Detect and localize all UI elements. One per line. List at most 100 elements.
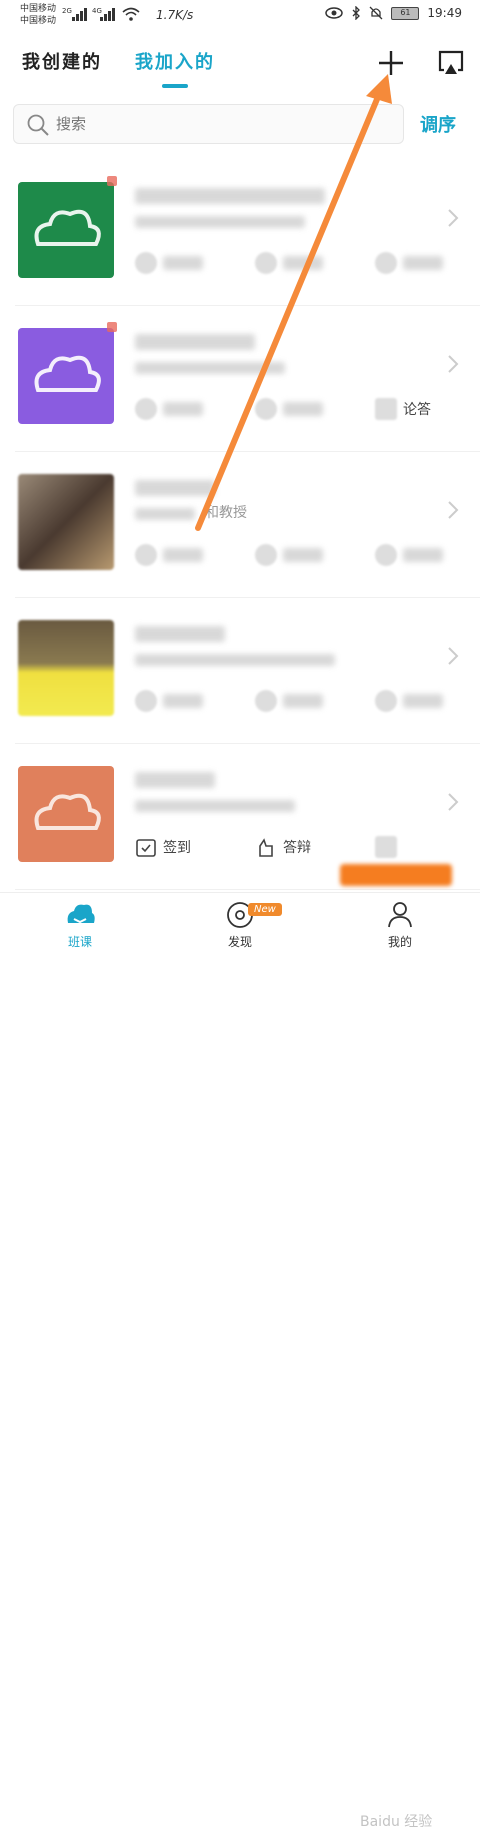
action-1[interactable] xyxy=(135,690,203,712)
course-title-blurred xyxy=(135,188,325,204)
course-list: 论答 和教授 签到 答辩 xyxy=(0,160,480,890)
course-item[interactable] xyxy=(15,598,480,744)
tab-created[interactable]: 我创建的 xyxy=(22,48,102,74)
qa-icon xyxy=(375,398,397,420)
hand-raise-icon xyxy=(259,838,273,857)
sort-button[interactable]: 调序 xyxy=(420,111,456,137)
calendar-check-icon xyxy=(136,839,156,857)
action-3[interactable] xyxy=(375,690,443,712)
course-title-blurred xyxy=(135,334,255,350)
action-row xyxy=(135,544,475,568)
clock: 19:49 xyxy=(427,6,462,20)
action-answer[interactable]: 答辩 xyxy=(255,836,311,858)
cloud-icon xyxy=(34,209,101,246)
cloud-icon xyxy=(34,355,101,392)
action-icon xyxy=(255,690,277,712)
action-2[interactable] xyxy=(255,252,323,274)
cloud-icon xyxy=(34,793,101,830)
new-badge: New xyxy=(248,903,282,916)
mute-bell-icon xyxy=(369,6,383,20)
action-icon xyxy=(255,398,277,420)
action-3[interactable] xyxy=(375,544,443,566)
action-label-blurred xyxy=(163,402,203,416)
action-label-blurred xyxy=(283,548,323,562)
new-badge-dot xyxy=(107,176,117,186)
action-label-blurred xyxy=(163,694,203,708)
course-subtitle-blurred xyxy=(135,654,335,666)
action-label-blurred xyxy=(403,256,443,270)
carrier-info: 中国移动 中国移动 xyxy=(20,3,56,27)
chevron-right-icon xyxy=(448,647,459,665)
action-row: 签到 答辩 xyxy=(135,836,475,860)
search-row: 调序 xyxy=(0,104,480,148)
course-subtitle-blurred xyxy=(135,800,295,812)
bluetooth-icon xyxy=(352,6,361,20)
action-row xyxy=(135,690,475,714)
action-icon xyxy=(135,398,157,420)
course-title-blurred xyxy=(135,480,215,496)
add-icon[interactable] xyxy=(376,48,406,78)
tab-joined[interactable]: 我加入的 xyxy=(135,48,215,74)
action-3[interactable] xyxy=(375,252,443,274)
wifi-icon xyxy=(122,7,140,21)
course-item[interactable] xyxy=(15,160,480,306)
signal-icon xyxy=(72,8,87,21)
nav-label: 发现 xyxy=(227,935,252,949)
carrier-1: 中国移动 xyxy=(20,4,57,14)
course-subtitle-blurred xyxy=(135,216,305,228)
action-icon xyxy=(375,690,397,712)
battery-indicator: 61 xyxy=(391,6,420,20)
bottom-nav: 班课 New 发现 我的 Baidu 经验 xyxy=(0,892,480,1830)
nav-label: 班课 xyxy=(67,935,92,949)
action-icon xyxy=(255,252,277,274)
action-label-blurred xyxy=(403,548,443,562)
new-badge-dot xyxy=(107,322,117,332)
screen-cast-icon[interactable] xyxy=(436,48,466,78)
chevron-right-icon xyxy=(448,355,459,373)
nav-discover[interactable]: New 发现 xyxy=(200,899,282,950)
action-label: 论答 xyxy=(403,402,431,418)
chevron-right-icon xyxy=(448,793,459,811)
user-icon xyxy=(388,902,412,928)
action-icon xyxy=(375,836,397,858)
course-item[interactable]: 和教授 xyxy=(15,452,480,598)
chevron-right-icon xyxy=(448,209,459,227)
search-box[interactable] xyxy=(13,104,404,144)
course-item[interactable]: 论答 xyxy=(15,306,480,452)
action-label-blurred xyxy=(283,402,323,416)
cloud-book-icon xyxy=(67,904,95,924)
top-tab-bar: 我创建的 我加入的 xyxy=(0,38,480,98)
search-input[interactable] xyxy=(56,105,386,143)
action-2[interactable] xyxy=(255,398,323,420)
action-label-blurred xyxy=(163,256,203,270)
active-tab-indicator xyxy=(162,84,188,88)
nav-classes[interactable]: 班课 xyxy=(40,899,120,950)
action-2[interactable] xyxy=(255,544,323,566)
network-type-1: 2G xyxy=(62,7,72,15)
toast-strip xyxy=(340,864,452,886)
action-1[interactable] xyxy=(135,544,203,566)
action-label-blurred xyxy=(283,694,323,708)
course-cover xyxy=(18,328,114,424)
action-1[interactable] xyxy=(135,398,203,420)
course-subtitle-snippet: 和教授 xyxy=(205,505,247,521)
nav-mine[interactable]: 我的 xyxy=(360,899,440,950)
action-label: 签到 xyxy=(163,840,191,856)
action-3[interactable]: 论答 xyxy=(375,398,431,420)
action-checkin[interactable]: 签到 xyxy=(135,836,191,858)
action-label-blurred xyxy=(163,548,203,562)
action-1[interactable] xyxy=(135,252,203,274)
action-row: 论答 xyxy=(135,398,475,422)
eye-icon xyxy=(325,7,344,19)
search-icon xyxy=(27,114,49,136)
action-row xyxy=(135,252,475,276)
action-label-blurred xyxy=(403,694,443,708)
status-bar: 中国移动 中国移动 2G 4G 1.7K/s 61 19:49 xyxy=(0,0,480,32)
nav-label: 我的 xyxy=(387,935,412,949)
action-3[interactable] xyxy=(375,836,397,858)
action-2[interactable] xyxy=(255,690,323,712)
action-icon xyxy=(135,544,157,566)
action-icon xyxy=(135,252,157,274)
course-title-blurred xyxy=(135,772,215,788)
carrier-2: 中国移动 xyxy=(20,16,57,26)
